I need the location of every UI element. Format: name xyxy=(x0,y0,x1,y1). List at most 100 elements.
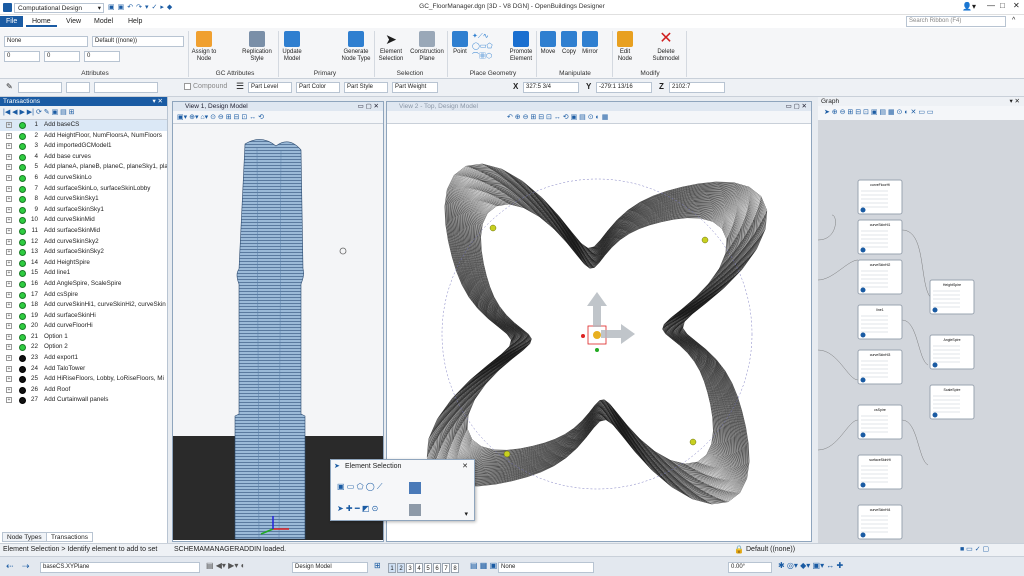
place-geometry-tools[interactable]: ✦⟋∿ ◯▭⬠ ⌒▦⬡ xyxy=(472,32,508,62)
graph-node[interactable]: curveSkinHi3 xyxy=(857,349,903,385)
level-filter-dropdown[interactable]: None xyxy=(498,562,594,573)
menu-file[interactable]: File xyxy=(0,16,24,27)
generate-node-type-button[interactable]: Generate Node Type xyxy=(340,31,372,63)
expand-icon[interactable]: + xyxy=(6,291,12,298)
z-coordinate-field[interactable]: 2102:7 xyxy=(669,82,725,93)
transaction-row[interactable]: +22 Option 2 xyxy=(0,342,167,353)
transaction-row[interactable]: +6 Add curveSkinLo xyxy=(0,173,167,184)
y-coordinate-field[interactable]: -279:1 13/16 xyxy=(596,82,652,93)
view-group-icon[interactable]: ⊞ xyxy=(374,561,381,570)
view-2-toolbar[interactable]: ↶ ⊕ ⊖ ⊞ ⊟ ⊡ ↔ ⟲ ▣ ▤ ⊙ ◐ ▦ xyxy=(387,111,811,124)
delete-submodel-button[interactable]: ✕ Delete Submodel xyxy=(650,31,682,63)
promote-element-button[interactable]: Promote Element xyxy=(508,31,534,63)
menu-help[interactable]: Help xyxy=(122,16,148,27)
mirror-button[interactable]: Mirror xyxy=(580,31,600,56)
expand-icon[interactable]: + xyxy=(6,259,12,266)
view-6-button[interactable]: 6 xyxy=(433,563,441,573)
view-7-button[interactable]: 7 xyxy=(442,563,450,573)
angle-field[interactable]: 0.00° xyxy=(728,562,772,573)
transaction-row[interactable]: +13 Add surfaceSkinSky2 xyxy=(0,247,167,258)
expand-icon[interactable]: + xyxy=(6,227,12,234)
element-selection-button[interactable]: ➤ Element Selection xyxy=(376,31,406,63)
graph-toolbar[interactable]: ➤ ⊕ ⊖ ⊞ ⊟ ⊡ ▣ ▤ ▦ ⊙ ◐ ✕ ▭ ▭ xyxy=(818,106,1024,120)
transaction-row[interactable]: +16 Add AngleSpire, ScaleSpire xyxy=(0,279,167,290)
dialog-expand-icon[interactable]: ▾ xyxy=(464,510,468,518)
expand-icon[interactable]: + xyxy=(6,143,12,150)
style-dropdown[interactable]: Default ((none)) xyxy=(92,36,184,47)
status-right-icons[interactable]: ■ ▭ ✓ ▢ xyxy=(960,545,989,553)
replication-style-button[interactable]: Replication Style xyxy=(238,31,276,63)
dialog-close-icon[interactable]: ✕ xyxy=(462,460,468,473)
transaction-row[interactable]: +8 Add curveSkinSky1 xyxy=(0,194,167,205)
expand-icon[interactable]: + xyxy=(6,323,12,330)
expand-icon[interactable]: + xyxy=(6,217,12,224)
toolbar-dropdown-2[interactable] xyxy=(66,82,90,93)
transaction-row[interactable]: +10 Add curveSkinMid xyxy=(0,215,167,226)
transaction-row[interactable]: +9 Add surfaceSkinSky1 xyxy=(0,205,167,216)
view-5-button[interactable]: 5 xyxy=(424,563,432,573)
tab-node-types[interactable]: Node Types xyxy=(2,532,47,542)
expand-icon[interactable]: + xyxy=(6,249,12,256)
graph-node[interactable]: HeightSpire xyxy=(929,279,975,315)
graph-canvas[interactable]: curveFloorHi curveSkinHi1 curveSkinHi2 Heig… xyxy=(818,120,1024,543)
expand-icon[interactable]: + xyxy=(6,365,12,372)
transaction-row[interactable]: +23 Add export1 xyxy=(0,353,167,364)
selection-filter-icon[interactable] xyxy=(409,504,421,516)
transactions-toolbar[interactable]: |◀ ◀ ▶ ▶| ⟳ ✎ ▣ ▤ ⊞ xyxy=(0,106,167,120)
expand-icon[interactable]: + xyxy=(6,206,12,213)
transaction-row[interactable]: +17 Add csSpire xyxy=(0,290,167,301)
view-3-button[interactable]: 3 xyxy=(406,563,414,573)
menu-model[interactable]: Model xyxy=(88,16,119,27)
expand-icon[interactable]: + xyxy=(6,122,12,128)
view-1-toolbar[interactable]: ▣▾ ⊕▾ ⌂▾ ⊙ ⊖ ⊞ ⊟ ⊡ ↔ ⟲ xyxy=(173,111,383,124)
transaction-row[interactable]: +14 Add HeightSpire xyxy=(0,258,167,269)
acs-dropdown[interactable]: baseCS.XYPlane xyxy=(40,562,200,573)
transaction-row[interactable]: +11 Add surfaceSkinMid xyxy=(0,226,167,237)
expand-icon[interactable]: + xyxy=(6,312,12,319)
view-window-controls[interactable]: ▭ ▢ ✕ xyxy=(358,102,379,111)
expand-icon[interactable]: + xyxy=(6,164,12,171)
transaction-row[interactable]: +21 Option 1 xyxy=(0,332,167,343)
window-close-button[interactable]: ✕ xyxy=(1013,1,1020,10)
transaction-row[interactable]: +25 Add HiRiseFloors, Lobby, LoRiseFloors… xyxy=(0,374,167,385)
expand-icon[interactable]: + xyxy=(6,386,12,393)
transaction-row[interactable]: +24 Add TaloTower xyxy=(0,364,167,375)
expand-icon[interactable]: + xyxy=(6,196,12,203)
compound-checkbox[interactable] xyxy=(184,83,191,90)
selection-tool-buttons[interactable]: ➤ ✚ ━ ◩ ⊙ xyxy=(337,504,378,513)
back-arrow-icon[interactable]: ⇠ xyxy=(6,561,14,572)
x-coordinate-field[interactable]: 327:5 3/4 xyxy=(523,82,579,93)
expand-icon[interactable]: + xyxy=(6,397,12,404)
graph-node[interactable]: surfaceSkinHi xyxy=(857,454,903,490)
graph-node[interactable]: ScaleSpire xyxy=(929,384,975,420)
part-style-dropdown[interactable]: Part Style xyxy=(344,82,388,93)
part-weight-dropdown[interactable]: Part Weight xyxy=(392,82,438,93)
window-minimize-button[interactable]: — xyxy=(987,1,995,10)
graph-node[interactable]: curveSkinHi4 xyxy=(857,504,903,540)
menu-home[interactable]: Home xyxy=(26,16,57,27)
expand-icon[interactable]: + xyxy=(6,238,12,245)
line-weight-icon[interactable]: ☰ xyxy=(236,81,244,92)
view-1-button[interactable]: 1 xyxy=(388,563,396,573)
view-2-button[interactable]: 2 xyxy=(397,563,405,573)
graph-node[interactable]: csSpire xyxy=(857,404,903,440)
transaction-row[interactable]: +12 Add curveSkinSky2 xyxy=(0,237,167,248)
model-dropdown[interactable]: Design Model xyxy=(292,562,368,573)
view-4-button[interactable]: 4 xyxy=(415,563,423,573)
transaction-row[interactable]: +26 Add Roof xyxy=(0,385,167,396)
transaction-row[interactable]: +15 Add line1 xyxy=(0,268,167,279)
transaction-row[interactable]: +2 Add HeightFloor, NumFloorsA, NumFloors xyxy=(0,131,167,142)
forward-arrow-icon[interactable]: ⇢ xyxy=(22,561,30,572)
selection-mode-buttons[interactable]: ▣ ▭ ⬠ ◯ ⟋ xyxy=(337,482,383,492)
nav-icons[interactable]: ▤ ◀▾ ▶▾ ◐ xyxy=(206,561,245,570)
menu-view[interactable]: View xyxy=(60,16,87,27)
graph-node[interactable]: AngleSpire xyxy=(929,334,975,370)
point-button[interactable]: Point xyxy=(449,31,471,56)
transaction-row[interactable]: +3 Add importedGCModel1 xyxy=(0,141,167,152)
expand-icon[interactable]: + xyxy=(6,355,12,362)
expand-icon[interactable]: + xyxy=(6,270,12,277)
graph-node[interactable]: curveSkinHi1 xyxy=(857,219,903,255)
panel-close-icon[interactable]: ▾ ✕ xyxy=(152,97,163,106)
transaction-row[interactable]: +5 Add planeA, planeB, planeC, planeSky1,… xyxy=(0,162,167,173)
toolbar-dropdown-1[interactable] xyxy=(18,82,62,93)
